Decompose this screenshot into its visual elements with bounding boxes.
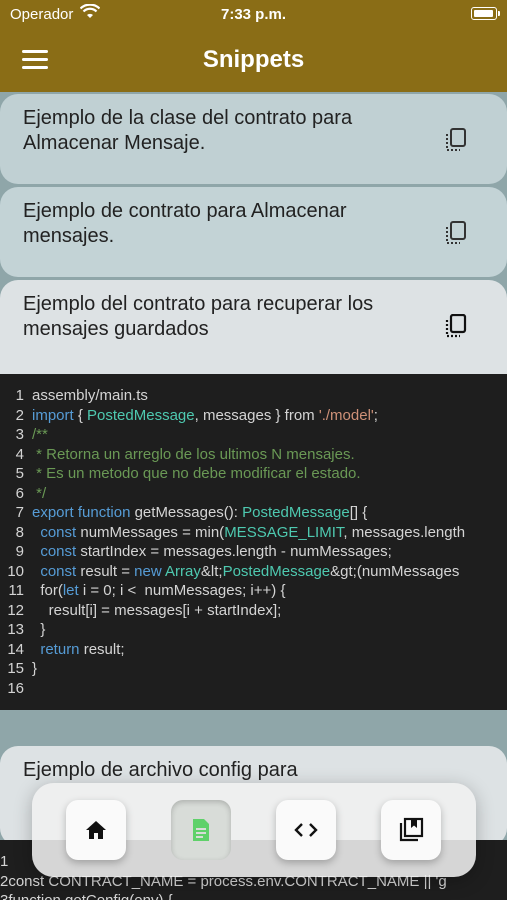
snippet-card[interactable]: Ejemplo de contrato para Almacenar mensa… bbox=[0, 187, 507, 277]
code-line: 1 assembly/main.ts bbox=[15, 387, 148, 404]
code-line: 9 const startIndex = messages.length - n… bbox=[15, 543, 392, 560]
code-line: 3/** bbox=[15, 426, 48, 443]
code-line: 3function getConfig(env) { bbox=[0, 892, 173, 900]
nav-bookmarks-button[interactable] bbox=[381, 800, 441, 860]
code-line: 11 for(let i = 0; i < numMessages; i++) … bbox=[8, 582, 286, 599]
snippet-title: Ejemplo de la clase del contrato para Al… bbox=[23, 107, 353, 154]
bookmarks-icon bbox=[399, 817, 424, 842]
snippet-title: Ejemplo de contrato para Almacenar mensa… bbox=[23, 200, 347, 247]
bottom-nav bbox=[32, 783, 476, 877]
app-bar: Snippets bbox=[0, 30, 507, 92]
code-line: 15} bbox=[7, 660, 38, 677]
code-block: 1 assembly/main.ts 2 import { PostedMessage… bbox=[0, 374, 507, 710]
code-line: 13 } bbox=[7, 621, 46, 638]
snippet-title: Ejemplo de archivo config para bbox=[23, 759, 298, 781]
code-icon bbox=[294, 823, 318, 837]
copy-icon[interactable] bbox=[445, 313, 467, 338]
nav-code-button[interactable] bbox=[276, 800, 336, 860]
code-line: 14 return result; bbox=[7, 640, 125, 658]
page-title: Snippets bbox=[202, 46, 305, 73]
snippet-title: Ejemplo del contrato para recuperar los … bbox=[23, 293, 374, 340]
code-line: 2 import { PostedMessage, messages } from… bbox=[15, 406, 378, 424]
clock: 7:33 p.m. bbox=[220, 6, 287, 23]
code-line: 16 bbox=[7, 679, 24, 697]
code-line: 10 const result = new Array&lt;PostedMes… bbox=[7, 562, 460, 580]
code-line: 7 export function getMessages(): PostedMe… bbox=[15, 504, 368, 521]
code-line: 4 * Retorna un arreglo de los ultimos N … bbox=[15, 445, 355, 463]
code-line: 5 * Es un metodo que no debe modificar e… bbox=[15, 465, 361, 482]
copy-icon[interactable] bbox=[445, 221, 467, 245]
code-line: 8 const numMessages = min(MESSAGE_LIMIT,… bbox=[15, 523, 466, 541]
home-icon bbox=[86, 821, 106, 839]
battery-icon bbox=[471, 7, 500, 20]
snippet-card[interactable]: Ejemplo de la clase del contrato para Al… bbox=[0, 94, 507, 184]
code-line: 1 bbox=[0, 853, 9, 870]
nav-home-button[interactable] bbox=[66, 800, 126, 860]
code-line: 6 */ bbox=[15, 484, 47, 502]
document-icon bbox=[193, 819, 209, 841]
code-line: 12 result[i] = messages[i + startIndex]; bbox=[7, 601, 282, 619]
status-bar: Operador 7:33 p.m. bbox=[0, 0, 507, 30]
nav-snippets-button[interactable] bbox=[171, 800, 231, 860]
copy-icon[interactable] bbox=[445, 128, 467, 152]
